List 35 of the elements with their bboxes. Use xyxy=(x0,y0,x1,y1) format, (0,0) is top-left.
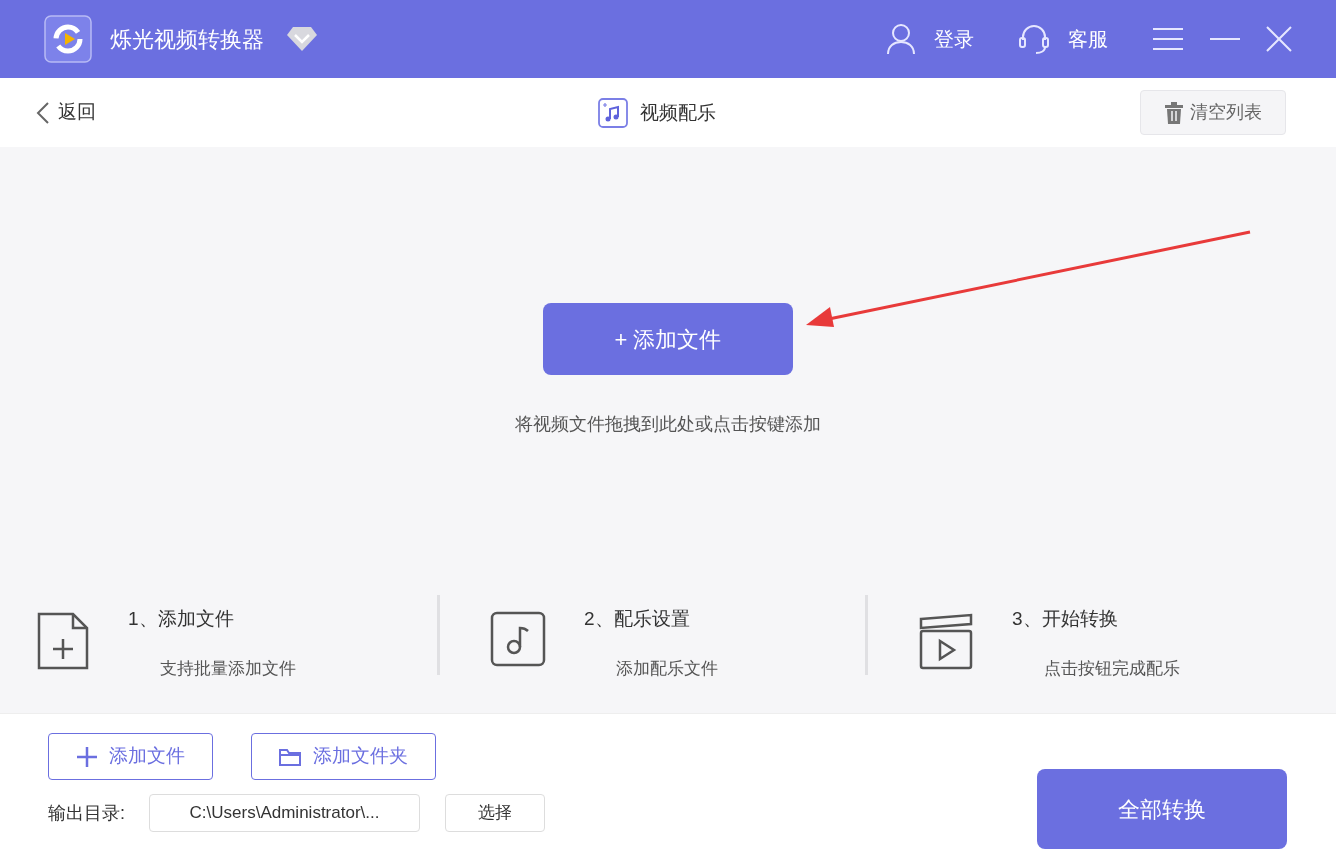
clear-list-button[interactable]: 清空列表 xyxy=(1140,90,1286,135)
drop-hint: 将视频文件拖拽到此处或点击按键添加 xyxy=(515,413,821,436)
convert-all-button[interactable]: 全部转换 xyxy=(1037,769,1287,849)
diamond-icon[interactable] xyxy=(286,26,318,52)
step-title: 1、添加文件 xyxy=(128,607,235,631)
minimize-icon[interactable] xyxy=(1210,37,1240,41)
output-path-field[interactable]: C:\Users\Administrator\... xyxy=(149,794,420,832)
user-icon[interactable] xyxy=(886,23,916,55)
menu-icon[interactable] xyxy=(1152,27,1184,51)
music-note-icon xyxy=(490,611,546,667)
step-subtitle: 支持批量添加文件 xyxy=(160,657,296,680)
step-subtitle: 添加配乐文件 xyxy=(616,657,718,680)
header-link[interactable]: 客服 xyxy=(1068,24,1108,54)
close-icon[interactable] xyxy=(1266,26,1292,52)
chevron-left-icon xyxy=(36,100,50,125)
video-clapper-icon xyxy=(918,611,974,671)
plus-icon xyxy=(76,746,97,767)
header-link[interactable]: 登录 xyxy=(934,24,974,54)
add-folder-button[interactable]: 添加文件夹 xyxy=(251,733,436,780)
step-title: 2、配乐设置 xyxy=(584,607,691,631)
music-note-icon xyxy=(598,98,628,128)
add-file-icon xyxy=(36,611,90,671)
window-title: 烁光视频转换器 xyxy=(110,25,264,54)
step-title: 3、开始转换 xyxy=(1012,607,1119,631)
step-subtitle: 点击按钮完成配乐 xyxy=(1044,657,1180,680)
back-button[interactable]: 返回 xyxy=(36,98,96,127)
page-title: 视频配乐 xyxy=(640,100,716,125)
folder-icon xyxy=(279,747,301,766)
trash-icon xyxy=(1164,101,1184,124)
choose-button[interactable]: 选择 xyxy=(445,794,545,832)
headset-icon[interactable] xyxy=(1018,24,1050,54)
add-file-button[interactable]: + 添加文件 xyxy=(543,303,793,375)
output-label: 输出目录: xyxy=(48,801,125,825)
add-file-button[interactable]: 添加文件 xyxy=(48,733,213,780)
app-logo-icon xyxy=(44,15,92,63)
